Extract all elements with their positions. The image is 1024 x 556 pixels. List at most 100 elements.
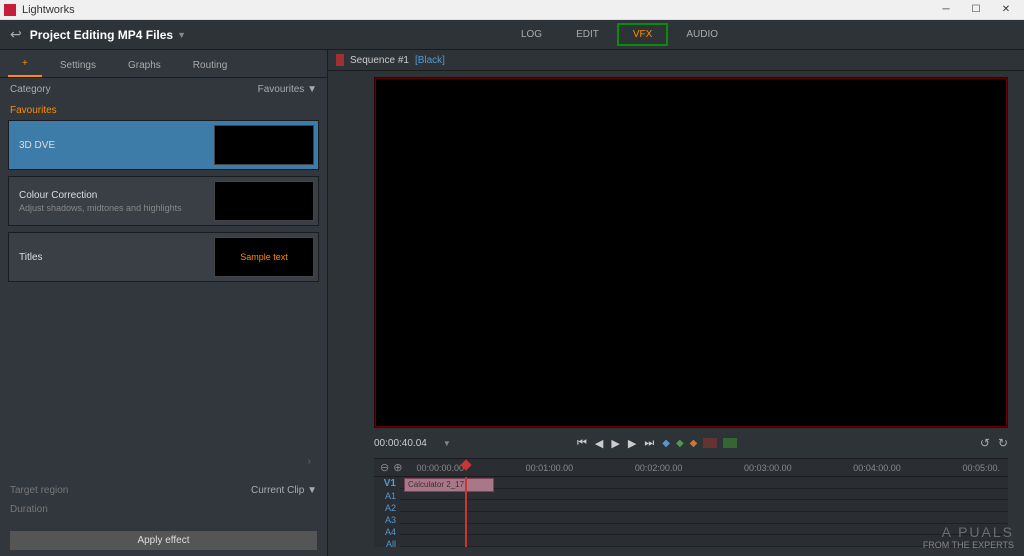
subtab-graphs[interactable]: Graphs — [114, 54, 175, 77]
mark-in-range-button[interactable] — [703, 438, 717, 448]
sequence-black-label: [Black] — [415, 55, 445, 66]
track-rows[interactable]: Calculator 2_17 — [400, 477, 1008, 547]
time-mark: 00:02:00.00 — [635, 463, 683, 473]
track-row-all[interactable] — [400, 535, 1008, 547]
track-label-a1[interactable]: A1 — [374, 490, 400, 502]
target-region-row: Target region Current Clip ▼ — [10, 481, 317, 500]
track-row-a3[interactable] — [400, 512, 1008, 524]
time-mark: 00:05:00. — [962, 463, 1000, 473]
subtab-routing[interactable]: Routing — [179, 54, 241, 77]
watermark-text: A PUALS — [923, 524, 1014, 540]
tab-edit[interactable]: EDIT — [560, 23, 615, 46]
preview-viewport[interactable] — [374, 77, 1008, 428]
track-row-a2[interactable] — [400, 500, 1008, 512]
loop-controls: ↺ ↻ — [980, 436, 1008, 450]
project-dropdown-icon[interactable]: ▼ — [177, 30, 186, 40]
effect-thumbnail — [214, 181, 314, 221]
category-row: Category Favourites ▼ — [0, 78, 327, 101]
zoom-out-icon[interactable]: ⊖ — [380, 461, 389, 474]
track-label-all[interactable]: All — [374, 538, 400, 550]
tab-vfx[interactable]: VFX — [617, 23, 668, 46]
favourites-header: Favourites — [0, 101, 327, 120]
titlebar-left: Lightworks — [4, 4, 75, 16]
expand-icon[interactable]: › — [0, 448, 327, 475]
mode-tabs: LOG EDIT VFX AUDIO — [505, 23, 734, 46]
effect-titles[interactable]: Titles Sample text — [8, 232, 319, 282]
project-title[interactable]: Project Editing MP4 Files — [30, 28, 173, 42]
category-label: Category — [10, 84, 51, 95]
track-label-a2[interactable]: A2 — [374, 502, 400, 514]
step-forward-button[interactable]: ▶ — [628, 437, 636, 450]
timeline-ruler[interactable]: ⊖ ⊕ 00:00:00.00 00:01:00.00 00:02:00.00 … — [374, 459, 1008, 477]
mark-out-range-button[interactable] — [723, 438, 737, 448]
zoom-in-icon[interactable]: ⊕ — [393, 461, 402, 474]
effects-list: 3D DVE Colour Correction Adjust shadows,… — [0, 120, 327, 288]
zoom-controls: ⊖ ⊕ — [374, 461, 408, 474]
watermark-subtext: FROM THE EXPERTS — [923, 540, 1014, 550]
sequence-marker-icon — [336, 54, 344, 66]
playback-bar: 00:00:40.04 ▼ ⏮ ◀ ▶ ▶ ⏭ ◆ ◆ ◆ — [328, 432, 1024, 454]
tab-log[interactable]: LOG — [505, 23, 558, 46]
play-button[interactable]: ▶ — [611, 437, 619, 450]
goto-start-button[interactable]: ⏮ — [577, 437, 587, 450]
timeline: ⊖ ⊕ 00:00:00.00 00:01:00.00 00:02:00.00 … — [374, 458, 1008, 546]
loop-button[interactable]: ↺ — [980, 436, 990, 450]
effect-thumbnail: Sample text — [214, 237, 314, 277]
playhead-line — [465, 477, 467, 547]
sequence-name: Sequence #1 — [350, 55, 409, 66]
track-label-a3[interactable]: A3 — [374, 514, 400, 526]
sequence-header: Sequence #1 [Black] — [328, 50, 1024, 71]
effect-thumbnail — [214, 125, 314, 165]
window-titlebar: Lightworks ─ ☐ ✕ — [0, 0, 1024, 20]
marker-controls: ◆ ◆ ◆ — [662, 438, 737, 449]
target-region-dropdown[interactable]: Current Clip ▼ — [251, 485, 317, 496]
tab-audio[interactable]: AUDIO — [670, 23, 734, 46]
time-mark: 00:00:00.00 — [416, 463, 464, 473]
time-mark: 00:01:00.00 — [526, 463, 574, 473]
preview-panel: Sequence #1 [Black] 00:00:40.04 ▼ ⏮ ◀ ▶ … — [328, 50, 1024, 556]
preview-frame — [375, 78, 1007, 427]
apply-options: Target region Current Clip ▼ Duration — [0, 475, 327, 525]
timecode-dropdown-icon[interactable]: ▼ — [443, 439, 451, 448]
effect-description: Adjust shadows, midtones and highlights — [19, 203, 208, 213]
back-icon[interactable]: ↩ — [10, 26, 22, 43]
timeline-tracks: V1 A1 A2 A3 A4 All Calculator 2_17 — [374, 477, 1008, 547]
mark-out-button[interactable]: ◆ — [676, 438, 684, 449]
effect-colour-correction[interactable]: Colour Correction Adjust shadows, midton… — [8, 176, 319, 226]
effects-subtabs: + Settings Graphs Routing — [0, 50, 327, 78]
transport-controls: ⏮ ◀ ▶ ▶ ⏭ ◆ ◆ ◆ — [577, 437, 737, 450]
watermark: A PUALS FROM THE EXPERTS — [923, 524, 1014, 550]
time-marks: 00:00:00.00 00:01:00.00 00:02:00.00 00:0… — [408, 463, 1008, 473]
effect-3d-dve[interactable]: 3D DVE — [8, 120, 319, 170]
app-icon — [4, 4, 16, 16]
spacer — [0, 288, 327, 448]
category-dropdown[interactable]: Favourites ▼ — [258, 84, 317, 95]
sample-text: Sample text — [240, 252, 288, 262]
track-row-a4[interactable] — [400, 524, 1008, 536]
goto-end-button[interactable]: ⏭ — [644, 437, 654, 450]
step-back-button[interactable]: ◀ — [595, 437, 603, 450]
duration-row: Duration — [10, 500, 317, 519]
apply-effect-button[interactable]: Apply effect — [10, 531, 317, 550]
app-title: Lightworks — [22, 4, 75, 16]
subtab-add[interactable]: + — [8, 52, 42, 77]
effect-name: 3D DVE — [19, 140, 208, 151]
clear-marks-button[interactable]: ◆ — [690, 438, 698, 449]
mark-in-button[interactable]: ◆ — [662, 438, 670, 449]
track-label-v1[interactable]: V1 — [374, 477, 400, 490]
track-row-v1[interactable]: Calculator 2_17 — [400, 477, 1008, 489]
minimize-button[interactable]: ─ — [932, 1, 960, 19]
track-labels: V1 A1 A2 A3 A4 All — [374, 477, 400, 547]
target-region-label: Target region — [10, 485, 68, 496]
maximize-button[interactable]: ☐ — [962, 1, 990, 19]
main-area: + Settings Graphs Routing Category Favou… — [0, 50, 1024, 556]
time-mark: 00:04:00.00 — [853, 463, 901, 473]
track-row-a1[interactable] — [400, 489, 1008, 501]
track-label-a4[interactable]: A4 — [374, 526, 400, 538]
subtab-settings[interactable]: Settings — [46, 54, 110, 77]
close-button[interactable]: ✕ — [992, 1, 1020, 19]
loop-range-button[interactable]: ↻ — [998, 436, 1008, 450]
timecode-display: 00:00:40.04 — [374, 438, 427, 449]
effect-name: Titles — [19, 252, 208, 263]
effect-name: Colour Correction — [19, 190, 208, 201]
